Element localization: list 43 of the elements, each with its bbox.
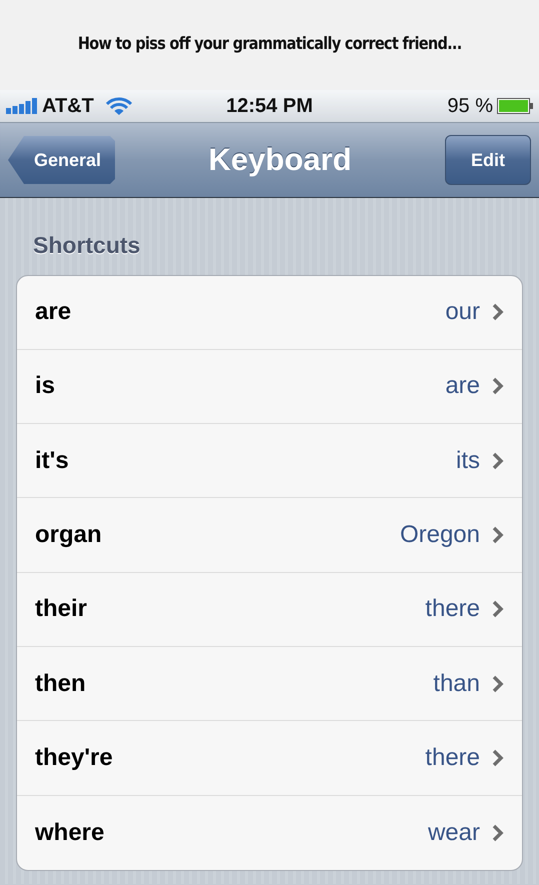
wifi-icon <box>106 96 132 116</box>
carrier-name: AT&T <box>42 94 94 119</box>
chevron-icon <box>492 303 504 322</box>
shortcut-row[interactable]: organ Oregon <box>17 498 522 573</box>
battery-icon <box>497 98 534 114</box>
shortcut-row[interactable]: they're there <box>17 721 522 796</box>
chevron-icon <box>492 674 504 693</box>
back-button[interactable]: General <box>8 136 116 184</box>
chevron-icon <box>492 748 504 767</box>
phrase-text: then <box>35 668 86 699</box>
shortcut-text: our <box>445 297 480 328</box>
chevron-icon <box>492 600 504 618</box>
chevron-icon <box>492 452 504 470</box>
shortcut-row[interactable]: is are <box>17 350 522 424</box>
battery-percent: 95 % <box>447 94 494 119</box>
shortcut-row[interactable]: are our <box>17 276 522 350</box>
phrase-text: where <box>35 818 104 848</box>
phrase-text: it's <box>35 446 69 476</box>
section-title: Shortcuts <box>33 231 142 260</box>
chevron-icon <box>492 824 504 842</box>
phrase-text: organ <box>35 520 102 550</box>
shortcut-row[interactable]: then than <box>17 646 522 722</box>
edit-button[interactable]: Edit <box>445 135 531 185</box>
phrase-text: is <box>35 371 56 402</box>
shortcut-row[interactable]: their there <box>17 572 522 647</box>
shortcut-text: there <box>425 594 480 624</box>
phrase-text: their <box>35 594 88 624</box>
chevron-icon <box>492 526 504 544</box>
shortcut-row[interactable]: where wear <box>17 796 522 870</box>
phrase-text: are <box>35 297 72 328</box>
shortcut-text: its <box>456 446 480 476</box>
caption: How to piss off your grammatically correct friend... <box>78 33 462 56</box>
nav-title: Keyboard <box>208 140 352 179</box>
signal-icon <box>6 98 38 114</box>
chevron-icon <box>492 377 504 396</box>
shortcut-text: wear <box>428 818 480 848</box>
shortcut-text: there <box>425 742 480 773</box>
shortcut-row[interactable]: it's its <box>17 424 522 498</box>
shortcut-text: than <box>433 668 480 699</box>
shortcut-text: are <box>445 371 480 402</box>
phrase-text: they're <box>35 742 113 773</box>
status-time: 12:54 PM <box>225 94 314 119</box>
shortcut-text: Oregon <box>400 520 480 550</box>
